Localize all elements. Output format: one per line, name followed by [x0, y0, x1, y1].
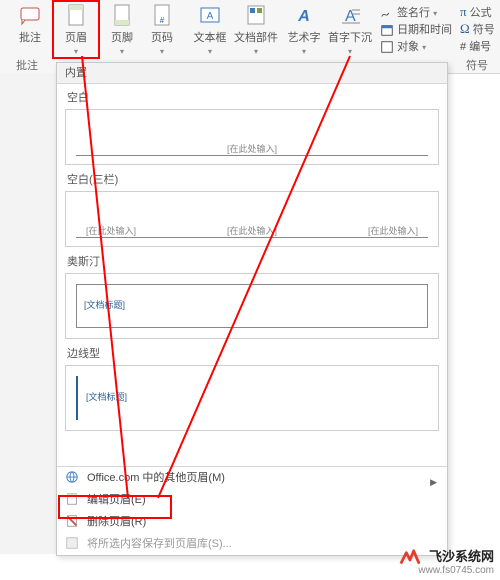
button-datetime[interactable]: 日期和时间 [380, 21, 470, 39]
button-footer-label: 页脚 [102, 29, 142, 45]
svg-text:A: A [207, 11, 214, 22]
button-object[interactable]: 对象 ▾ [380, 38, 470, 56]
button-object-label: 对象 [397, 41, 419, 53]
svg-text:A: A [297, 8, 310, 25]
button-signature-label: 签名行 [397, 7, 430, 19]
button-footer[interactable]: 页脚 ▾ [102, 3, 142, 51]
button-numbering[interactable]: # 编号 [460, 38, 500, 56]
chevron-down-icon: ▾ [433, 9, 437, 18]
button-numbering-label: 编号 [469, 41, 491, 53]
button-quickparts[interactable]: 文档部件 ▾ [232, 3, 280, 51]
button-textbox-label: 文本框 [190, 29, 230, 45]
button-comment[interactable]: 批注 [10, 3, 50, 51]
button-dropcap-label: 首字下沉 [326, 29, 374, 45]
placeholder-text: [在此处输入] [86, 224, 136, 237]
textbox-icon: A [190, 3, 230, 27]
button-comment-label: 批注 [10, 29, 50, 45]
watermark: 飞沙系统网 www.fs0745.com [399, 546, 494, 576]
svg-text:#: # [160, 16, 165, 25]
menu-label: 编辑页眉(E) [87, 494, 146, 506]
group-label-symbols: 符号 [466, 57, 488, 73]
button-wordart-label: 艺术字 [284, 29, 324, 45]
button-page-number-label: 页码 [142, 29, 182, 45]
page-header-icon [56, 3, 96, 27]
ribbon: 批注 页眉 ▾ 页脚 ▾ # 页码 ▾ A 文本框 ▾ 文档部件 ▾ A 艺术字… [0, 0, 500, 56]
gallery-caption: 边线型 [67, 345, 439, 361]
menu-label: Office.com 中的其他页眉(M) [87, 472, 225, 484]
object-icon [380, 40, 394, 54]
gallery-item-blank[interactable]: 空白 [在此处输入] [65, 89, 439, 165]
menu-remove-header[interactable]: 删除页眉(R) [57, 511, 447, 533]
placeholder-text: [文档标题] [86, 390, 127, 403]
gallery-footer-menu: Office.com 中的其他页眉(M) ▶ 编辑页眉(E) 删除页眉(R) 将… [57, 466, 447, 555]
globe-icon [65, 470, 79, 484]
header-gallery-panel: 内置 空白 [在此处输入] 空白(三栏) [在此处输入] [在此处输入] [在此… [56, 62, 448, 556]
button-dropcap[interactable]: A 首字下沉 ▾ [326, 3, 374, 51]
gallery-thumb: [在此处输入] [65, 109, 439, 165]
placeholder-text: [在此处输入] [227, 142, 277, 155]
quick-parts-icon [232, 3, 280, 27]
button-equation-label: 公式 [470, 7, 492, 19]
page-footer-icon [102, 3, 142, 27]
placeholder-text: [在此处输入] [368, 224, 418, 237]
gallery-thumb: [在此处输入] [在此处输入] [在此处输入] [65, 191, 439, 247]
document-gutter [0, 73, 57, 554]
button-datetime-label: 日期和时间 [397, 24, 452, 36]
menu-label: 删除页眉(R) [87, 516, 146, 528]
calendar-icon [380, 23, 394, 37]
button-wordart[interactable]: A 艺术字 ▾ [284, 3, 324, 51]
menu-save-to-gallery: 将所选内容保存到页眉库(S)... [57, 533, 447, 555]
remove-header-icon [65, 514, 79, 528]
wordart-icon: A [284, 3, 324, 27]
dropcap-icon: A [326, 3, 374, 27]
button-symbol[interactable]: Ω 符号 [460, 21, 500, 39]
number-icon: # [460, 41, 466, 53]
pi-icon: π [460, 4, 467, 19]
button-page-number[interactable]: # 页码 ▾ [142, 3, 182, 51]
chevron-down-icon: ▾ [422, 43, 426, 52]
button-quickparts-label: 文档部件 [232, 29, 280, 45]
gallery-caption: 空白 [67, 89, 439, 105]
edit-header-icon [65, 492, 79, 506]
button-textbox[interactable]: A 文本框 ▾ [190, 3, 230, 51]
menu-edit-header[interactable]: 编辑页眉(E) [57, 489, 447, 511]
button-equation[interactable]: π 公式 [460, 4, 500, 22]
placeholder-text: [文档标题] [84, 298, 125, 311]
gallery-section-header: 内置 [57, 63, 447, 84]
gallery-thumb: [文档标题] [65, 365, 439, 431]
button-header-label: 页眉 [56, 29, 96, 45]
save-gallery-icon [65, 536, 79, 550]
placeholder-text: [在此处输入] [227, 224, 277, 237]
button-header[interactable]: 页眉 ▾ [56, 3, 96, 51]
group-label-comments: 批注 [16, 57, 38, 73]
omega-icon: Ω [460, 21, 470, 36]
menu-more-office[interactable]: Office.com 中的其他页眉(M) ▶ [57, 467, 447, 489]
gallery-caption: 空白(三栏) [67, 171, 439, 187]
watermark-brand: 飞沙系统网 [429, 549, 494, 564]
gallery-item-sideline[interactable]: 边线型 [文档标题] [65, 345, 439, 431]
gallery-item-blank3[interactable]: 空白(三栏) [在此处输入] [在此处输入] [在此处输入] [65, 171, 439, 247]
gallery-scroll[interactable]: 空白 [在此处输入] 空白(三栏) [在此处输入] [在此处输入] [在此处输入… [57, 83, 447, 465]
gallery-caption: 奥斯汀 [67, 253, 439, 269]
button-symbol-label: 符号 [473, 24, 495, 36]
page-number-icon: # [142, 3, 182, 27]
gallery-thumb: [文档标题] [65, 273, 439, 339]
comment-icon [10, 3, 50, 27]
menu-label: 将所选内容保存到页眉库(S)... [87, 538, 232, 550]
button-signature[interactable]: 签名行 ▾ [380, 4, 470, 22]
signature-icon [380, 6, 394, 20]
gallery-item-austin[interactable]: 奥斯汀 [文档标题] [65, 253, 439, 339]
svg-text:A: A [345, 8, 356, 25]
